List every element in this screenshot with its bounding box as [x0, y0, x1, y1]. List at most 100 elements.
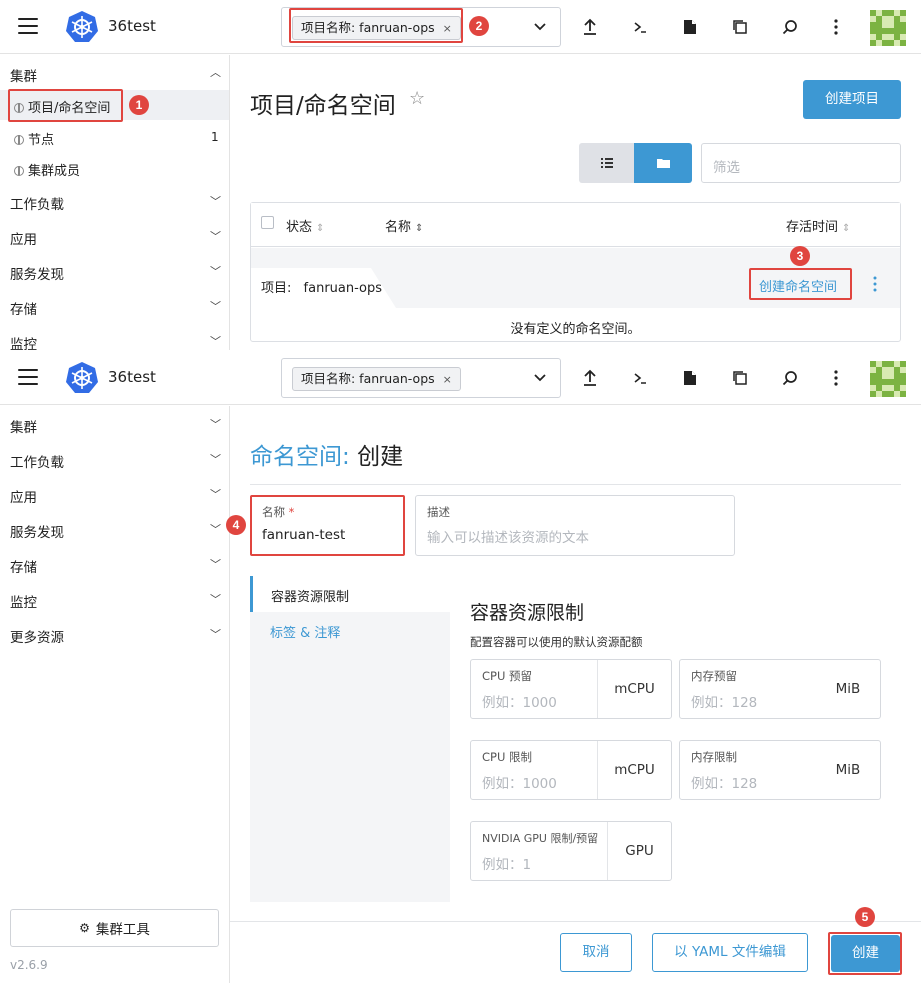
- gear-icon: ⚙: [79, 921, 90, 935]
- mem-limit-field[interactable]: 内存限制 例如：128 MiB: [679, 740, 881, 800]
- cluster-tools-button[interactable]: ⚙ 集群工具: [10, 909, 219, 947]
- annotation-badge: 5: [855, 907, 875, 927]
- chevron-down-icon[interactable]: ﹀: [210, 626, 221, 642]
- chevron-down-icon[interactable]: ﹀: [210, 556, 221, 572]
- group-label: 项目: fanruan-ops: [261, 277, 382, 296]
- field-label: NVIDIA GPU 限制/预留: [482, 832, 599, 845]
- cluster-tools-label: 集群工具: [95, 922, 150, 938]
- page-title: 项目/命名空间: [250, 93, 396, 119]
- globe-icon: [14, 166, 24, 176]
- chevron-down-icon[interactable]: ﹀: [210, 263, 221, 279]
- more-vertical-icon[interactable]: [826, 368, 846, 388]
- sidebar-item-members[interactable]: 集群成员: [14, 160, 80, 179]
- sidebar-group-service-discovery[interactable]: 服务发现: [10, 263, 64, 283]
- more-vertical-icon[interactable]: [826, 17, 846, 37]
- cpu-limit-field[interactable]: CPU 限制 例如：1000 mCPU: [470, 740, 672, 800]
- chevron-down-icon[interactable]: ﹀: [210, 416, 221, 432]
- shell-icon[interactable]: [630, 17, 650, 37]
- chevron-down-icon[interactable]: ﹀: [210, 591, 221, 607]
- sidebar-group-more-resources[interactable]: 更多资源: [10, 626, 64, 646]
- search-icon[interactable]: [780, 17, 800, 37]
- menu-icon[interactable]: [18, 369, 38, 385]
- sort-icon: ⇕: [415, 223, 424, 234]
- column-age-label: 存活时间: [786, 220, 839, 235]
- chevron-down-icon[interactable]: ﹀: [210, 228, 221, 244]
- upload-icon[interactable]: [580, 368, 600, 388]
- mem-reserve-field[interactable]: 内存预留 例如：128 MiB: [679, 659, 881, 719]
- user-avatar[interactable]: [870, 361, 906, 397]
- page-title-prefix: 命名空间:: [250, 444, 350, 470]
- globe-icon: [14, 135, 24, 145]
- copy-config-icon[interactable]: [730, 17, 750, 37]
- footer-divider: [230, 921, 921, 922]
- cancel-button[interactable]: 取消: [560, 933, 632, 972]
- annotation-box: [8, 89, 123, 122]
- column-state-label: 状态: [286, 220, 313, 235]
- namespace-chip[interactable]: 项目名称: fanruan-ops ×: [292, 367, 461, 391]
- folder-view-toggle[interactable]: [634, 143, 692, 183]
- folder-icon: [656, 159, 670, 168]
- menu-icon[interactable]: [18, 18, 38, 34]
- file-icon[interactable]: [680, 368, 700, 388]
- field-placeholder: 例如：1: [482, 857, 532, 873]
- upload-icon[interactable]: [580, 17, 600, 37]
- cluster-name[interactable]: 36test: [108, 368, 156, 386]
- shell-icon[interactable]: [630, 368, 650, 388]
- gpu-limit-field[interactable]: NVIDIA GPU 限制/预留 例如：1 GPU: [470, 821, 672, 881]
- sidebar-item-label: 集群成员: [28, 164, 81, 179]
- chip-close-icon[interactable]: ×: [443, 373, 452, 386]
- edit-yaml-button[interactable]: 以 YAML 文件编辑: [652, 933, 808, 972]
- annotation-badge: 4: [226, 515, 246, 535]
- chevron-down-icon[interactable]: ﹀: [210, 298, 221, 314]
- namespace-filter[interactable]: 项目名称: fanruan-ops ×: [281, 358, 561, 398]
- file-icon[interactable]: [680, 17, 700, 37]
- annotation-box: [289, 8, 463, 43]
- sidebar-group-apps[interactable]: 应用: [10, 486, 37, 506]
- chevron-down-icon[interactable]: [534, 371, 546, 383]
- copy-config-icon[interactable]: [730, 368, 750, 388]
- tab-labels-annotations[interactable]: 标签 & 注释: [270, 622, 340, 641]
- annotation-box: [749, 268, 852, 300]
- tab-resource-limits[interactable]: 容器资源限制: [250, 576, 450, 612]
- list-view-toggle[interactable]: [579, 143, 634, 183]
- search-icon[interactable]: [780, 368, 800, 388]
- chevron-down-icon[interactable]: ﹀: [210, 193, 221, 209]
- sidebar-group-workloads[interactable]: 工作负载: [10, 193, 64, 213]
- column-state[interactable]: 状态 ⇕: [286, 216, 324, 235]
- sidebar-group-apps[interactable]: 应用: [10, 228, 37, 248]
- chevron-down-icon[interactable]: [534, 20, 546, 32]
- sidebar-group-workloads[interactable]: 工作负载: [10, 451, 64, 471]
- more-vertical-icon[interactable]: [873, 276, 877, 296]
- column-age[interactable]: 存活时间 ⇕: [786, 216, 850, 235]
- group-prefix: 项目:: [261, 281, 292, 296]
- sidebar-group-storage[interactable]: 存储: [10, 298, 37, 318]
- sidebar-group-cluster[interactable]: 集群: [10, 416, 37, 436]
- chevron-up-icon[interactable]: ︿: [210, 64, 221, 80]
- star-icon[interactable]: ☆: [409, 88, 425, 109]
- title-divider: [250, 484, 901, 485]
- field-unit: MiB: [835, 681, 861, 697]
- column-name[interactable]: 名称 ⇕: [385, 216, 423, 235]
- chevron-down-icon[interactable]: ﹀: [210, 486, 221, 502]
- sidebar-group-service-discovery[interactable]: 服务发现: [10, 521, 64, 541]
- cpu-reserve-field[interactable]: CPU 预留 例如：1000 mCPU: [470, 659, 672, 719]
- cluster-name[interactable]: 36test: [108, 17, 156, 35]
- filter-input[interactable]: 筛选: [701, 143, 901, 183]
- field-placeholder: 例如：128: [691, 776, 758, 792]
- chevron-down-icon[interactable]: ﹀: [210, 521, 221, 537]
- user-avatar[interactable]: [870, 10, 906, 46]
- chevron-down-icon[interactable]: ﹀: [210, 333, 221, 349]
- select-all-checkbox[interactable]: [261, 216, 274, 229]
- chevron-down-icon[interactable]: ﹀: [210, 451, 221, 467]
- description-field[interactable]: 描述 输入可以描述该资源的文本: [415, 495, 735, 556]
- field-unit: mCPU: [597, 741, 671, 799]
- sidebar-group-monitoring[interactable]: 监控: [10, 591, 37, 611]
- kubernetes-logo-icon: [66, 11, 98, 42]
- sidebar-group-storage[interactable]: 存储: [10, 556, 37, 576]
- annotation-box: [828, 932, 902, 975]
- create-project-button[interactable]: 创建项目: [803, 80, 901, 119]
- sidebar-group-monitoring[interactable]: 监控: [10, 333, 37, 353]
- sidebar-item-nodes[interactable]: 节点: [14, 129, 54, 148]
- description-placeholder: 输入可以描述该资源的文本: [427, 530, 589, 546]
- sidebar-group-cluster[interactable]: 集群: [10, 65, 37, 85]
